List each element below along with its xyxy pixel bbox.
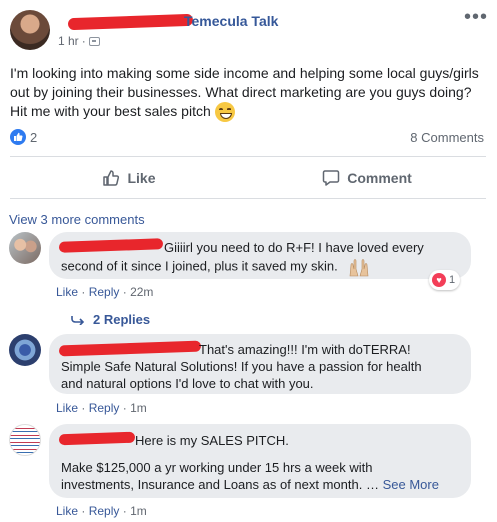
raising-hands-emoji-icon — [350, 259, 369, 277]
comment-time[interactable]: 22m — [130, 285, 153, 299]
comment-bubble-icon — [322, 170, 340, 186]
reaction-count: 1 — [449, 274, 456, 286]
post-stats: 2 8 Comments — [10, 128, 486, 148]
comment-text-line3: and natural options I'd love to chat wit… — [61, 376, 314, 391]
author-avatar[interactable] — [10, 10, 50, 50]
comment-reply-link[interactable]: Reply — [89, 504, 120, 518]
heart-reaction-icon: ♥ — [432, 273, 446, 287]
post-text: I'm looking into making some side income… — [10, 65, 479, 119]
commenter-avatar[interactable] — [9, 232, 41, 264]
comment-like-link[interactable]: Like — [56, 285, 78, 299]
comment-text-line1: Here is my SALES PITCH. — [135, 433, 289, 448]
comment-button-label: Comment — [347, 170, 412, 186]
post-time[interactable]: 1 hr — [58, 34, 79, 48]
divider-bottom — [10, 198, 486, 199]
view-replies-link[interactable]: 2 Replies — [71, 312, 150, 327]
comment-3: Here is my SALES PITCH. Make $125,000 a … — [9, 424, 489, 522]
commenter-avatar[interactable] — [9, 424, 41, 456]
comment-reaction-badge[interactable]: ♥ 1 — [429, 270, 461, 290]
comment-button[interactable]: Comment — [248, 160, 486, 196]
group-name-link[interactable]: Temecula Talk — [184, 13, 278, 29]
post-meta: 1 hr · — [58, 34, 100, 48]
comment-text-line2: Make $125,000 a yr working under 15 hrs … — [61, 460, 373, 475]
reply-arrow-icon — [71, 315, 85, 325]
thumbs-up-icon — [103, 170, 120, 186]
comment-reply-link[interactable]: Reply — [89, 285, 120, 299]
view-more-comments-link[interactable]: View 3 more comments — [9, 212, 145, 227]
comment-like-link[interactable]: Like — [56, 401, 78, 415]
comment-count-link[interactable]: 8 Comments — [410, 130, 484, 145]
comment-text-line2: Simple Safe Natural Solutions! If you ha… — [61, 359, 422, 374]
like-button-label: Like — [127, 170, 156, 186]
comment-like-link[interactable]: Like — [56, 504, 78, 518]
comment-time[interactable]: 1m — [130, 401, 147, 415]
like-reaction-icon[interactable] — [10, 129, 26, 145]
more-options-icon[interactable]: ••• — [464, 6, 488, 29]
comment-text-line2: second of it since I joined, plus it sav… — [61, 257, 371, 277]
comments-section: View 3 more comments Giiiirl you need to… — [0, 202, 497, 522]
post-header: Temecula Talk 1 hr · ••• — [10, 6, 490, 54]
comment-text-line1: That's amazing!!! I'm with doTERRA! — [199, 342, 411, 357]
divider-top — [10, 156, 486, 157]
separator-dot: · — [81, 34, 86, 48]
comment-reply-link[interactable]: Reply — [89, 401, 120, 415]
grinning-face-emoji-icon — [214, 102, 235, 123]
like-count[interactable]: 2 — [30, 130, 37, 145]
comment-text-line3: investments, Insurance and Loans as of n… — [61, 477, 439, 492]
like-button[interactable]: Like — [10, 160, 248, 196]
audience-icon — [88, 36, 100, 46]
comment-actions: Like · Reply · 1m — [56, 401, 147, 415]
comment-2: That's amazing!!! I'm with doTERRA! Simp… — [9, 334, 489, 424]
redacted-author-name — [67, 13, 194, 31]
comment-text-line1: Giiiirl you need to do R+F! I have loved… — [164, 240, 424, 255]
post-body: I'm looking into making some side income… — [10, 64, 488, 123]
post-actions: Like Comment — [10, 160, 486, 196]
comment-actions: Like · Reply · 1m — [56, 504, 147, 518]
comment-actions: Like · Reply · 22m — [56, 285, 154, 299]
commenter-avatar[interactable] — [9, 334, 41, 366]
comment-time[interactable]: 1m — [130, 504, 147, 518]
see-more-link[interactable]: See More — [383, 477, 439, 492]
